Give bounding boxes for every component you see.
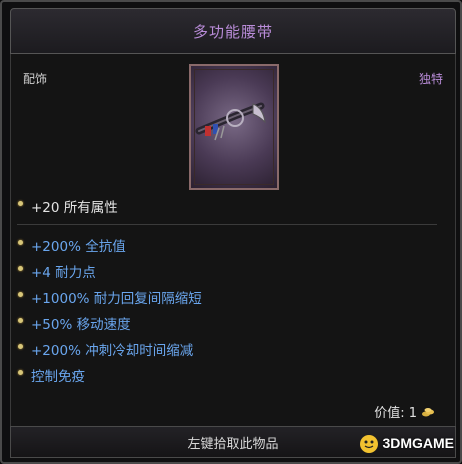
item-price: 价值: 1 (374, 402, 435, 421)
gold-coin-icon (422, 407, 434, 416)
rarity-label: 独特 (418, 72, 443, 86)
affix-line: +50% 移动速度 (31, 317, 131, 333)
tooltip-body: 配饰 独特 +20 所有属性 +200% 全抗值 +4 耐力点 +1000% 耐… (10, 54, 456, 426)
affix-line: +1000% 耐力回复间隔缩短 (31, 291, 202, 307)
item-type-label: 配饰 (23, 72, 48, 86)
affix-line: 控制免疫 (31, 369, 85, 385)
affix-bullet-icon (18, 240, 23, 245)
main-stat: +20 所有属性 (31, 200, 118, 216)
affix-bullet-icon (18, 266, 23, 271)
affix-bullet-icon (18, 292, 23, 297)
affix-line: +4 耐力点 (31, 265, 96, 281)
divider (17, 224, 437, 225)
watermark-text: 3DMGAME (382, 435, 454, 451)
watermark-logo-icon (360, 435, 379, 453)
affix-bullet-icon (18, 344, 23, 349)
item-title: 多功能腰带 (192, 22, 273, 41)
watermark: 3DMGAME (358, 432, 454, 454)
affix-bullet-icon (18, 318, 23, 323)
main-stat-bullet-icon (18, 201, 23, 206)
item-tooltip: 多功能腰带 配饰 独特 +20 所有属性 +200% 全抗值 +4 耐力点 +1… (0, 0, 462, 464)
affix-line: +200% 冲刺冷却时间缩减 (31, 343, 194, 359)
affix-line: +200% 全抗值 (31, 239, 126, 255)
price-label: 价值: 1 (374, 406, 417, 421)
belt-icon (189, 64, 279, 190)
pickup-hint-text: 左键拾取此物品 (187, 436, 279, 452)
affix-bullet-icon (18, 370, 23, 375)
title-bar: 多功能腰带 (10, 8, 456, 54)
